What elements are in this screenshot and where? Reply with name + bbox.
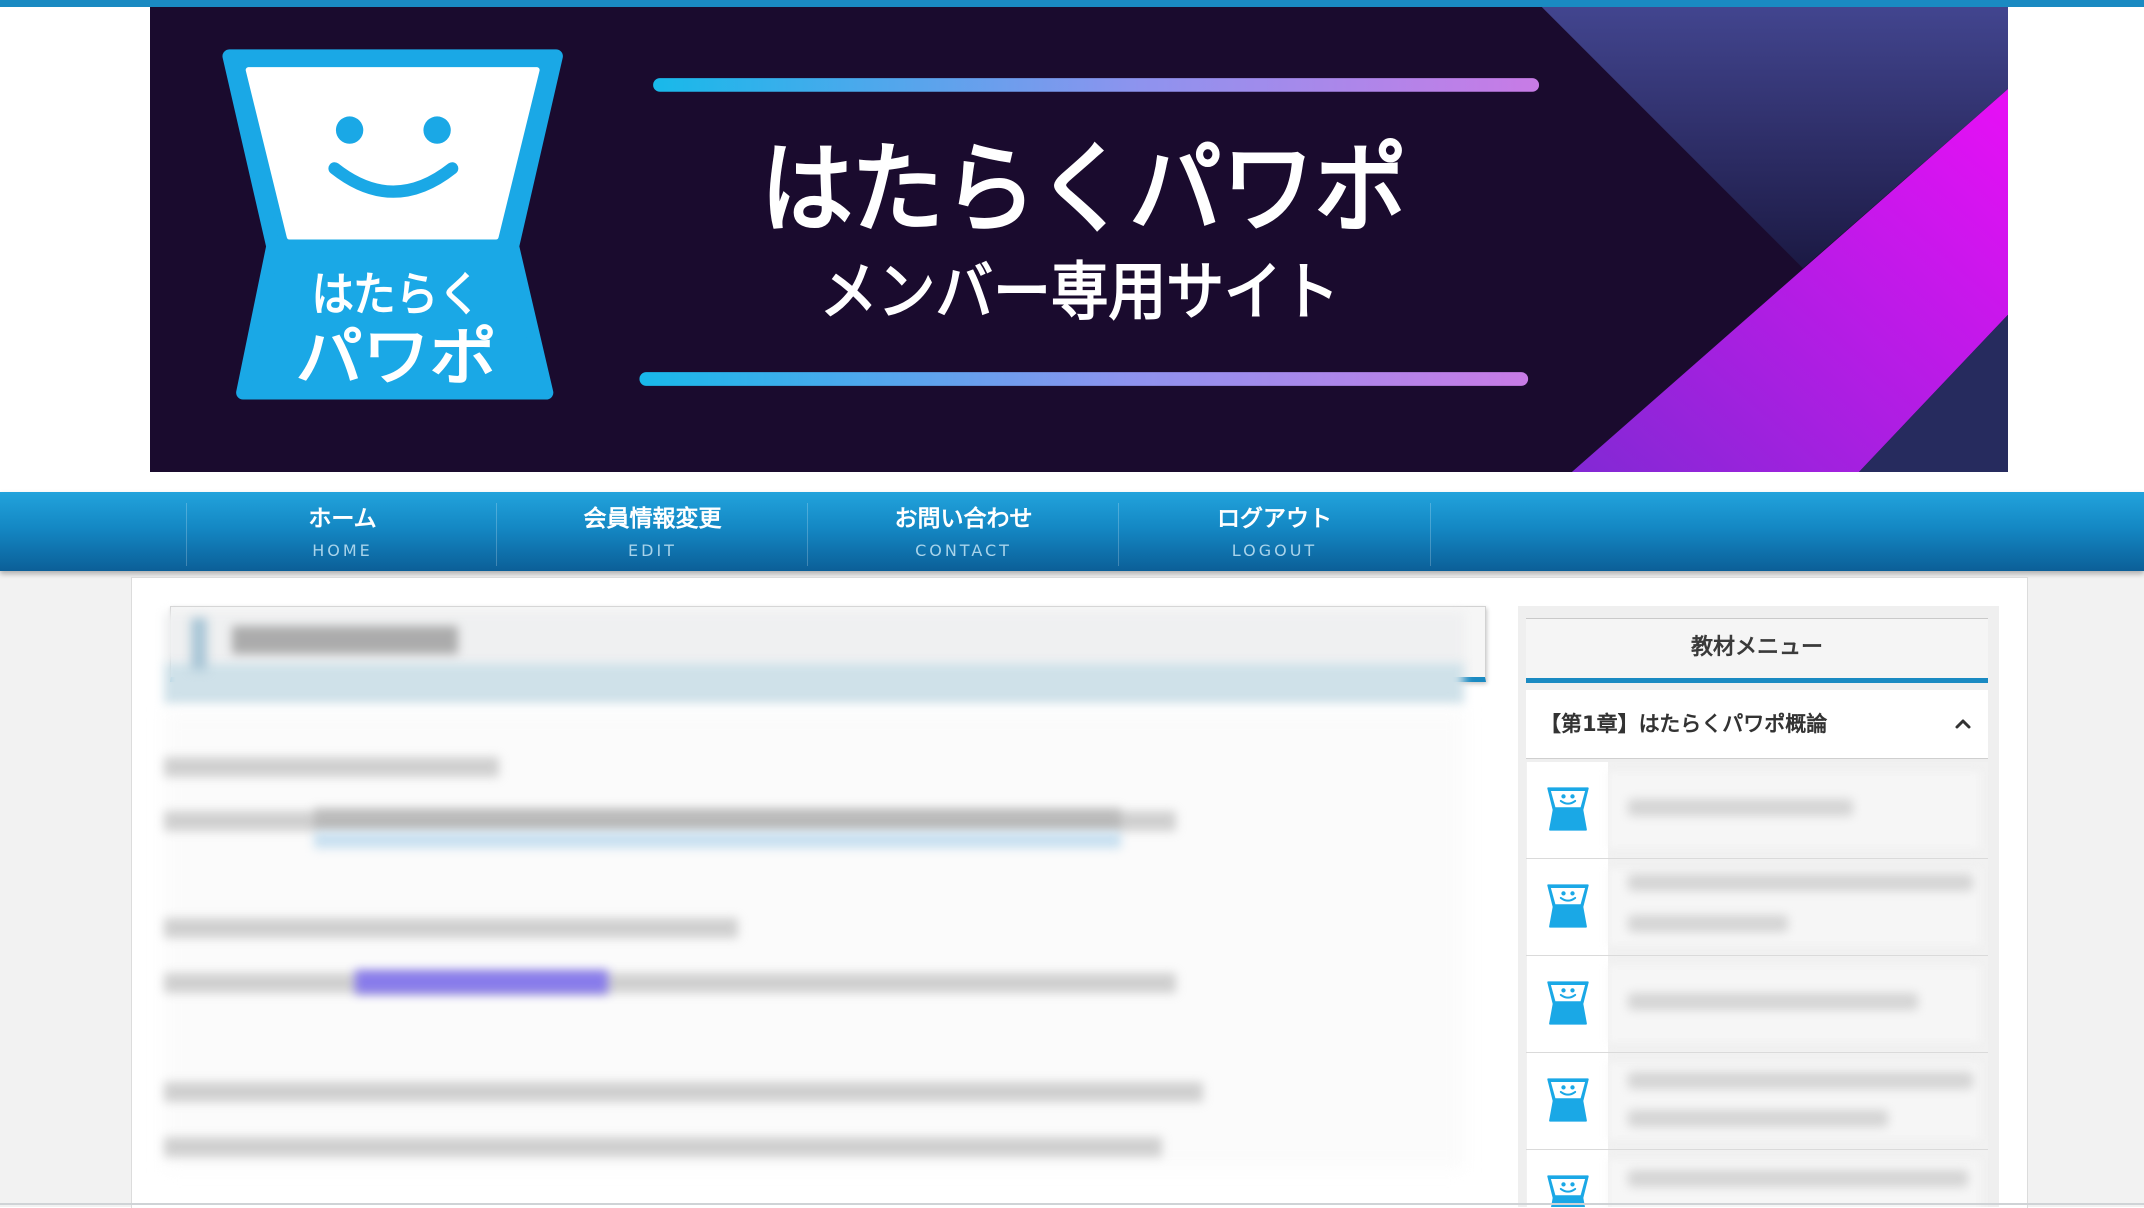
- lesson-title-line: [1628, 1072, 1973, 1089]
- lesson-thumbnail: [1527, 762, 1608, 858]
- nav-contact-sublabel: CONTACT: [915, 541, 1012, 560]
- logo-eye-right: [423, 116, 451, 144]
- nav-home[interactable]: ホーム HOME: [186, 503, 498, 566]
- lesson-item[interactable]: [1526, 859, 1988, 956]
- banner-line-top: [653, 78, 1540, 92]
- nav-edit[interactable]: 会員情報変更 EDIT: [496, 503, 808, 566]
- nav-home-label: ホーム: [308, 506, 377, 532]
- chevron-up-icon[interactable]: [1953, 714, 1973, 734]
- lesson-title-line: [1628, 799, 1853, 816]
- lesson-thumbnail-icon: [1547, 981, 1589, 1025]
- lesson-thumbnail: [1527, 859, 1608, 955]
- chapter-accordion-toggle[interactable]: 【第1章】はたらくパワポ概論: [1526, 690, 1988, 759]
- article-line: [164, 918, 738, 938]
- article-title-accent: [191, 618, 207, 670]
- lesson-title-line: [1628, 1110, 1888, 1127]
- lesson-thumbnail-icon: [1547, 1175, 1589, 1207]
- article-line-highlight: [314, 832, 1121, 848]
- banner-line-bottom: [639, 372, 1529, 386]
- lesson-title-line: [1628, 993, 1918, 1010]
- site-banner[interactable]: はたらく パワポ はたらくパワポ メンバー専用サイト: [150, 7, 2008, 472]
- nav-home-sublabel: HOME: [312, 541, 373, 560]
- page-bottom-divider: [0, 1203, 2144, 1205]
- lesson-title-line: [1628, 874, 1973, 891]
- article-link-blurred[interactable]: [355, 970, 608, 994]
- logo-text-line2: パワポ: [296, 321, 497, 394]
- lesson-item[interactable]: [1526, 1150, 1988, 1207]
- global-nav: ホーム HOME 会員情報変更 EDIT お問い合わせ CONTACT ログアウ…: [0, 492, 2144, 571]
- lesson-item[interactable]: [1526, 956, 1988, 1053]
- nav-edit-label: 会員情報変更: [583, 506, 722, 532]
- nav-contact-label: お問い合わせ: [894, 506, 1033, 532]
- lesson-item[interactable]: [1526, 1053, 1988, 1150]
- lesson-thumbnail-icon: [1547, 884, 1589, 928]
- site-logo: はたらく パワポ: [222, 49, 563, 400]
- lesson-thumbnail-icon: [1547, 1078, 1589, 1122]
- nav-contact[interactable]: お問い合わせ CONTACT: [807, 503, 1119, 566]
- nav-logout-label: ログアウト: [1217, 506, 1332, 532]
- nav-edit-sublabel: EDIT: [628, 541, 677, 560]
- banner-graphic: はたらく パワポ はたらくパワポ メンバー専用サイト: [150, 7, 2008, 472]
- banner-subtitle: メンバー専用サイト: [820, 255, 1340, 328]
- lesson-thumbnail: [1527, 1150, 1608, 1207]
- article-line: [164, 973, 1176, 993]
- top-accent-strip: [0, 0, 2144, 7]
- nav-logout[interactable]: ログアウト LOGOUT: [1118, 503, 1431, 566]
- article-line: [164, 1082, 1203, 1102]
- lesson-thumbnail: [1527, 1053, 1608, 1149]
- sidebar-title: 教材メニュー: [1526, 618, 1988, 683]
- article-title-text-blurred: [232, 626, 458, 654]
- lesson-item[interactable]: [1526, 762, 1988, 859]
- lesson-title-line: [1628, 915, 1788, 932]
- article-line-emphasis: [314, 808, 1121, 830]
- article-title-underband: [164, 663, 1464, 704]
- logo-eye-left: [335, 116, 364, 144]
- sidebar: 教材メニュー 【第1章】はたらくパワポ概論: [1518, 606, 1999, 1207]
- logo-text-line1: はたらく: [311, 268, 481, 322]
- chapter-label: 【第1章】はたらくパワポ概論: [1540, 712, 1828, 736]
- article-line: [164, 757, 499, 777]
- lesson-thumbnail: [1527, 956, 1608, 1052]
- nav-logout-sublabel: LOGOUT: [1231, 541, 1318, 560]
- article-line: [164, 1137, 1162, 1157]
- lesson-thumbnail-icon: [1547, 787, 1589, 831]
- banner-title: はたらくパワポ: [760, 133, 1407, 247]
- lesson-title-line: [1628, 1170, 1968, 1187]
